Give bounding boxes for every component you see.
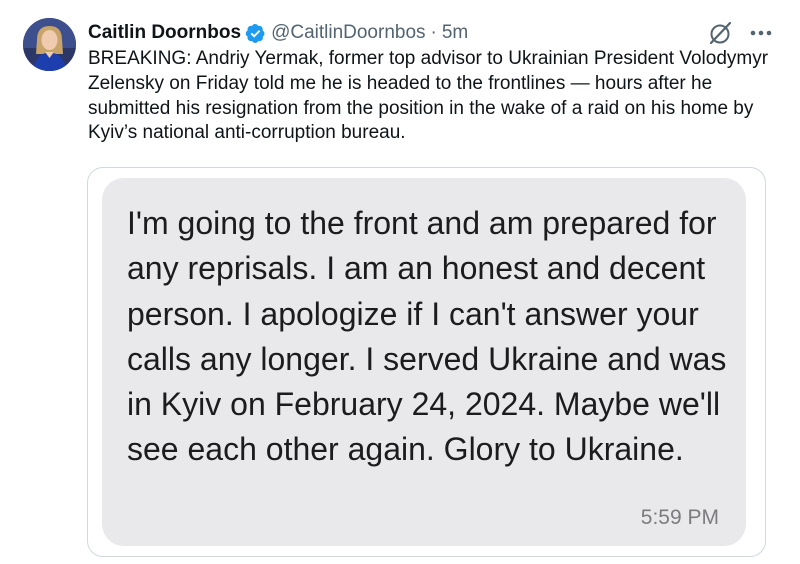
author-handle[interactable]: @CaitlinDoornbos — [271, 20, 425, 46]
message-text: I'm going to the front and am prepared f… — [127, 205, 727, 468]
message-bubble: I'm going to the front and am prepared f… — [102, 178, 746, 546]
avatar-image — [23, 18, 76, 71]
tweet-text: BREAKING: Andriy Yermak, former top advi… — [88, 48, 769, 144]
header-separator: · — [430, 22, 437, 43]
grok-icon[interactable] — [706, 20, 734, 48]
tweet-timestamp[interactable]: 5m — [442, 20, 468, 46]
message-timestamp: 5:59 PM — [640, 506, 719, 529]
more-options-icon[interactable] — [746, 22, 776, 44]
author-display-name[interactable]: Caitlin Doornbos — [88, 20, 241, 46]
verified-badge-icon — [245, 23, 266, 44]
author-avatar[interactable] — [23, 18, 76, 71]
tweet-card: Caitlin Doornbos @CaitlinDoornbos · 5m B… — [0, 0, 800, 564]
tweet-media-card[interactable]: I'm going to the front and am prepared f… — [87, 167, 766, 557]
tweet-header: Caitlin Doornbos @CaitlinDoornbos · 5m — [88, 20, 710, 46]
